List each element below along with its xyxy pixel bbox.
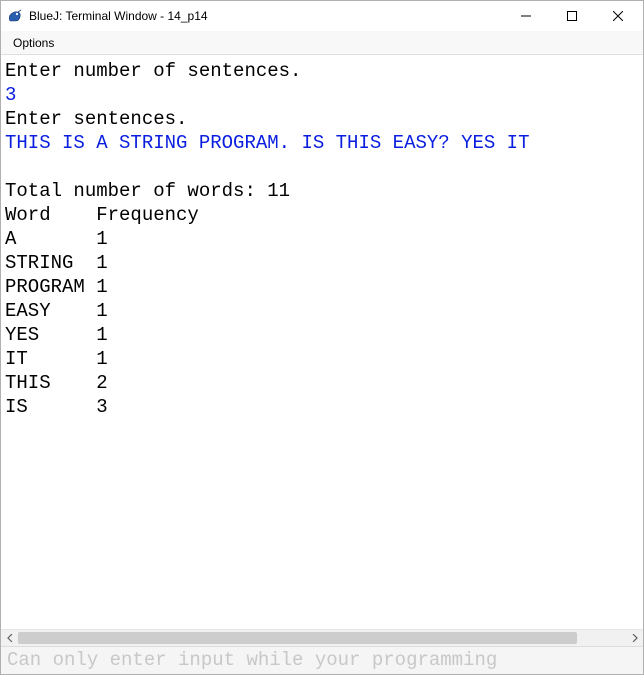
user-input-line: THIS IS A STRING PROGRAM. IS THIS EASY? … [5,132,530,154]
output-line: Total number of words: 11 [5,180,290,202]
output-row: STRING 1 [5,252,108,274]
output-line: Enter number of sentences. [5,60,301,82]
output-row: YES 1 [5,324,108,346]
scroll-left-icon[interactable] [1,630,18,647]
window-title: BlueJ: Terminal Window - 14_p14 [29,9,503,23]
scroll-right-icon[interactable] [626,630,643,647]
user-input-line: 3 [5,84,16,106]
output-row: EASY 1 [5,300,108,322]
terminal-window: BlueJ: Terminal Window - 14_p14 Options … [0,0,644,675]
minimize-button[interactable] [503,1,549,31]
output-row: PROGRAM 1 [5,276,108,298]
output-header: Word Frequency [5,204,199,226]
output-line: Enter sentences. [5,108,187,130]
output-row: A 1 [5,228,108,250]
output-row: THIS 2 [5,372,108,394]
menu-bar: Options [1,31,643,55]
output-row: IT 1 [5,348,108,370]
close-button[interactable] [595,1,641,31]
menu-options[interactable]: Options [5,34,62,52]
bluej-icon [7,8,23,24]
terminal-area: Enter number of sentences. 3 Enter sente… [1,55,643,674]
output-row: IS 3 [5,396,108,418]
scrollbar-track[interactable] [18,630,626,646]
title-bar: BlueJ: Terminal Window - 14_p14 [1,1,643,31]
horizontal-scrollbar[interactable] [1,629,643,646]
scrollbar-thumb[interactable] [18,632,577,644]
window-controls [503,1,641,31]
terminal-output[interactable]: Enter number of sentences. 3 Enter sente… [1,55,643,629]
terminal-input-field[interactable]: Can only enter input while your programm… [1,646,643,674]
maximize-button[interactable] [549,1,595,31]
